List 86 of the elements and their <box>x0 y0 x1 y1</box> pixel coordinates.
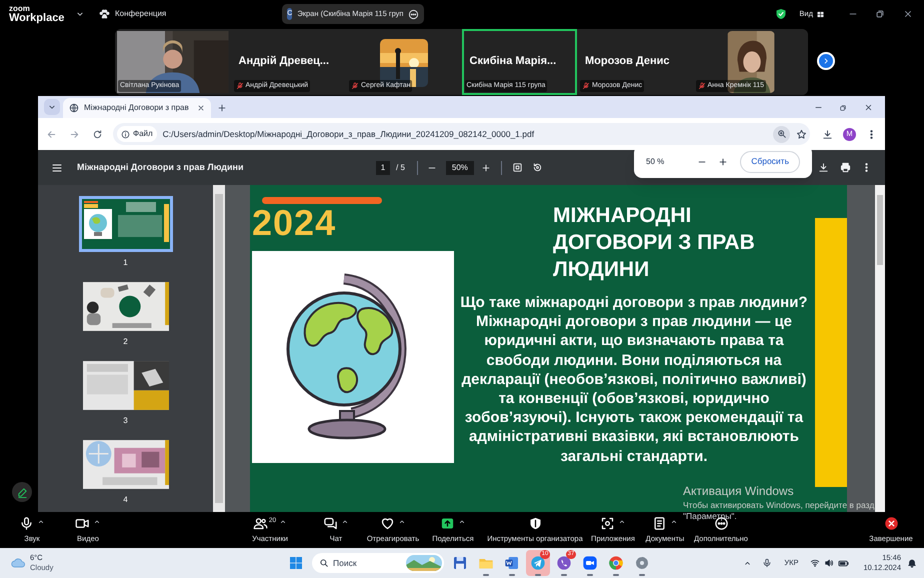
participant-display-name: Андрій Древец... <box>238 54 330 69</box>
restore-icon[interactable] <box>839 104 847 112</box>
zoom-in-icon[interactable] <box>480 162 491 172</box>
page-thumbnail[interactable] <box>82 282 168 331</box>
restore-icon[interactable] <box>875 9 885 19</box>
document-icon <box>652 516 667 531</box>
start-icon[interactable] <box>288 555 304 571</box>
zoom-in-icon[interactable] <box>718 156 728 166</box>
page-thumbnail[interactable] <box>82 440 168 489</box>
browser-tab[interactable]: Міжнародні Договори з прав <box>63 98 211 118</box>
page-number: 2 <box>123 336 128 348</box>
shield-icon <box>528 516 542 531</box>
info-icon <box>121 130 130 138</box>
mic-icon <box>19 516 34 531</box>
page-number: 3 <box>123 415 128 427</box>
page-thumbnail[interactable] <box>82 361 168 410</box>
wifi-icon[interactable] <box>810 558 820 568</box>
floppy-icon <box>452 555 468 571</box>
fit-page-icon[interactable] <box>512 162 523 173</box>
gear-icon <box>634 555 650 571</box>
page-field[interactable]: 1 <box>376 160 390 174</box>
slide-body-text: Що таке міжнародні договори з прав людини? Міжнародні договори з прав людини — це юридичні акти, що визначають права та свободи людини. Вони поділяються на декларації (необовʼязкові, політично важливі) та конвенції (обовʼязкові, юридично зобовʼязуючі). Існують також рекомендації та адміністративні вказівки, які встановлюють загальні стандарти. <box>459 293 809 466</box>
participant-display-name: Скибіна Марія... <box>470 54 556 69</box>
meeting-label: Конференция <box>115 8 166 20</box>
chat-icon <box>323 516 338 531</box>
scrollbar[interactable] <box>213 185 225 512</box>
search-input[interactable]: Поиск <box>333 556 393 570</box>
speaker-icon[interactable] <box>824 558 834 568</box>
url-text: C:/Users/admin/Desktop/Міжнародні_Договори_з_прав_Людини_20241209_082142_0000_1.pdf <box>162 128 536 140</box>
tab-title: Міжнародні Договори з прав <box>84 102 190 114</box>
close-icon[interactable] <box>197 104 205 112</box>
close-icon[interactable] <box>903 9 913 19</box>
heart-icon <box>380 516 395 531</box>
paper-plane-icon <box>530 555 546 571</box>
star-icon[interactable] <box>796 128 807 140</box>
page-number: 1 <box>123 257 128 269</box>
browser-icon <box>608 555 624 571</box>
chip-label: Файл <box>133 128 153 140</box>
search-field[interactable]: Поиск <box>312 553 444 573</box>
new-tab-icon[interactable] <box>217 103 227 113</box>
rotate-icon[interactable] <box>532 162 543 173</box>
year-text: 2024 <box>252 203 336 243</box>
apps-icon <box>600 516 615 531</box>
logo-text: Workplace <box>9 12 66 24</box>
menu-icon[interactable] <box>51 162 63 174</box>
activation-text: "Параметры". <box>683 511 738 522</box>
page-number: 4 <box>123 494 128 506</box>
page-total: / 5 <box>396 162 405 174</box>
phone-icon <box>556 555 572 571</box>
back-icon[interactable] <box>46 128 57 140</box>
people-icon <box>252 516 268 531</box>
grid-icon[interactable] <box>816 10 825 18</box>
bell-icon[interactable] <box>907 558 917 568</box>
zoom-value: 50 % <box>646 156 666 168</box>
shield-icon <box>775 8 788 20</box>
zoom-field[interactable]: 50% <box>446 160 474 174</box>
search-icon <box>319 558 329 568</box>
document-app-icon <box>504 555 520 571</box>
forward-icon[interactable] <box>69 128 80 140</box>
reset-button[interactable]: Сбросить <box>740 150 800 172</box>
activation-text: Чтобы активировать Windows, перейдите в разд <box>683 500 874 511</box>
zoom-button[interactable] <box>773 126 790 142</box>
zoom-in-icon <box>776 129 786 139</box>
share-icon <box>440 516 455 531</box>
document-title: Міжнародні Договори з прав Людини <box>77 160 244 174</box>
address-bar[interactable]: Файл C:/Users/admin/Desktop/Міжнародні_Договори_з_прав_Людини_20241209_082142_0000_1.pdf <box>113 123 810 145</box>
next-page-button[interactable] <box>817 52 835 70</box>
paw-icon <box>98 8 111 20</box>
close-icon[interactable] <box>864 103 873 112</box>
mic-icon[interactable] <box>762 558 772 568</box>
annotate-button[interactable] <box>12 482 32 502</box>
pencil-icon <box>16 486 28 498</box>
video-camera-icon <box>582 555 598 571</box>
reload-icon[interactable] <box>92 128 103 140</box>
more-icon[interactable] <box>408 8 420 20</box>
slide-title: МІЖНАРОДНІ ДОГОВОРИ З ПРАВ ЛЮДИНИ <box>553 203 756 283</box>
logo-text: zoom <box>9 4 31 12</box>
page-thumbnail[interactable] <box>78 196 172 252</box>
scrollbar[interactable] <box>875 185 885 512</box>
print-icon[interactable] <box>840 162 851 173</box>
site-info-chip[interactable]: Файл <box>117 126 157 142</box>
activation-title: Активация Windows <box>683 484 795 498</box>
close-icon <box>884 516 898 531</box>
download-icon[interactable] <box>822 128 833 140</box>
participant-display-name: Морозов Денис <box>585 54 670 69</box>
globe-icon <box>69 103 79 113</box>
